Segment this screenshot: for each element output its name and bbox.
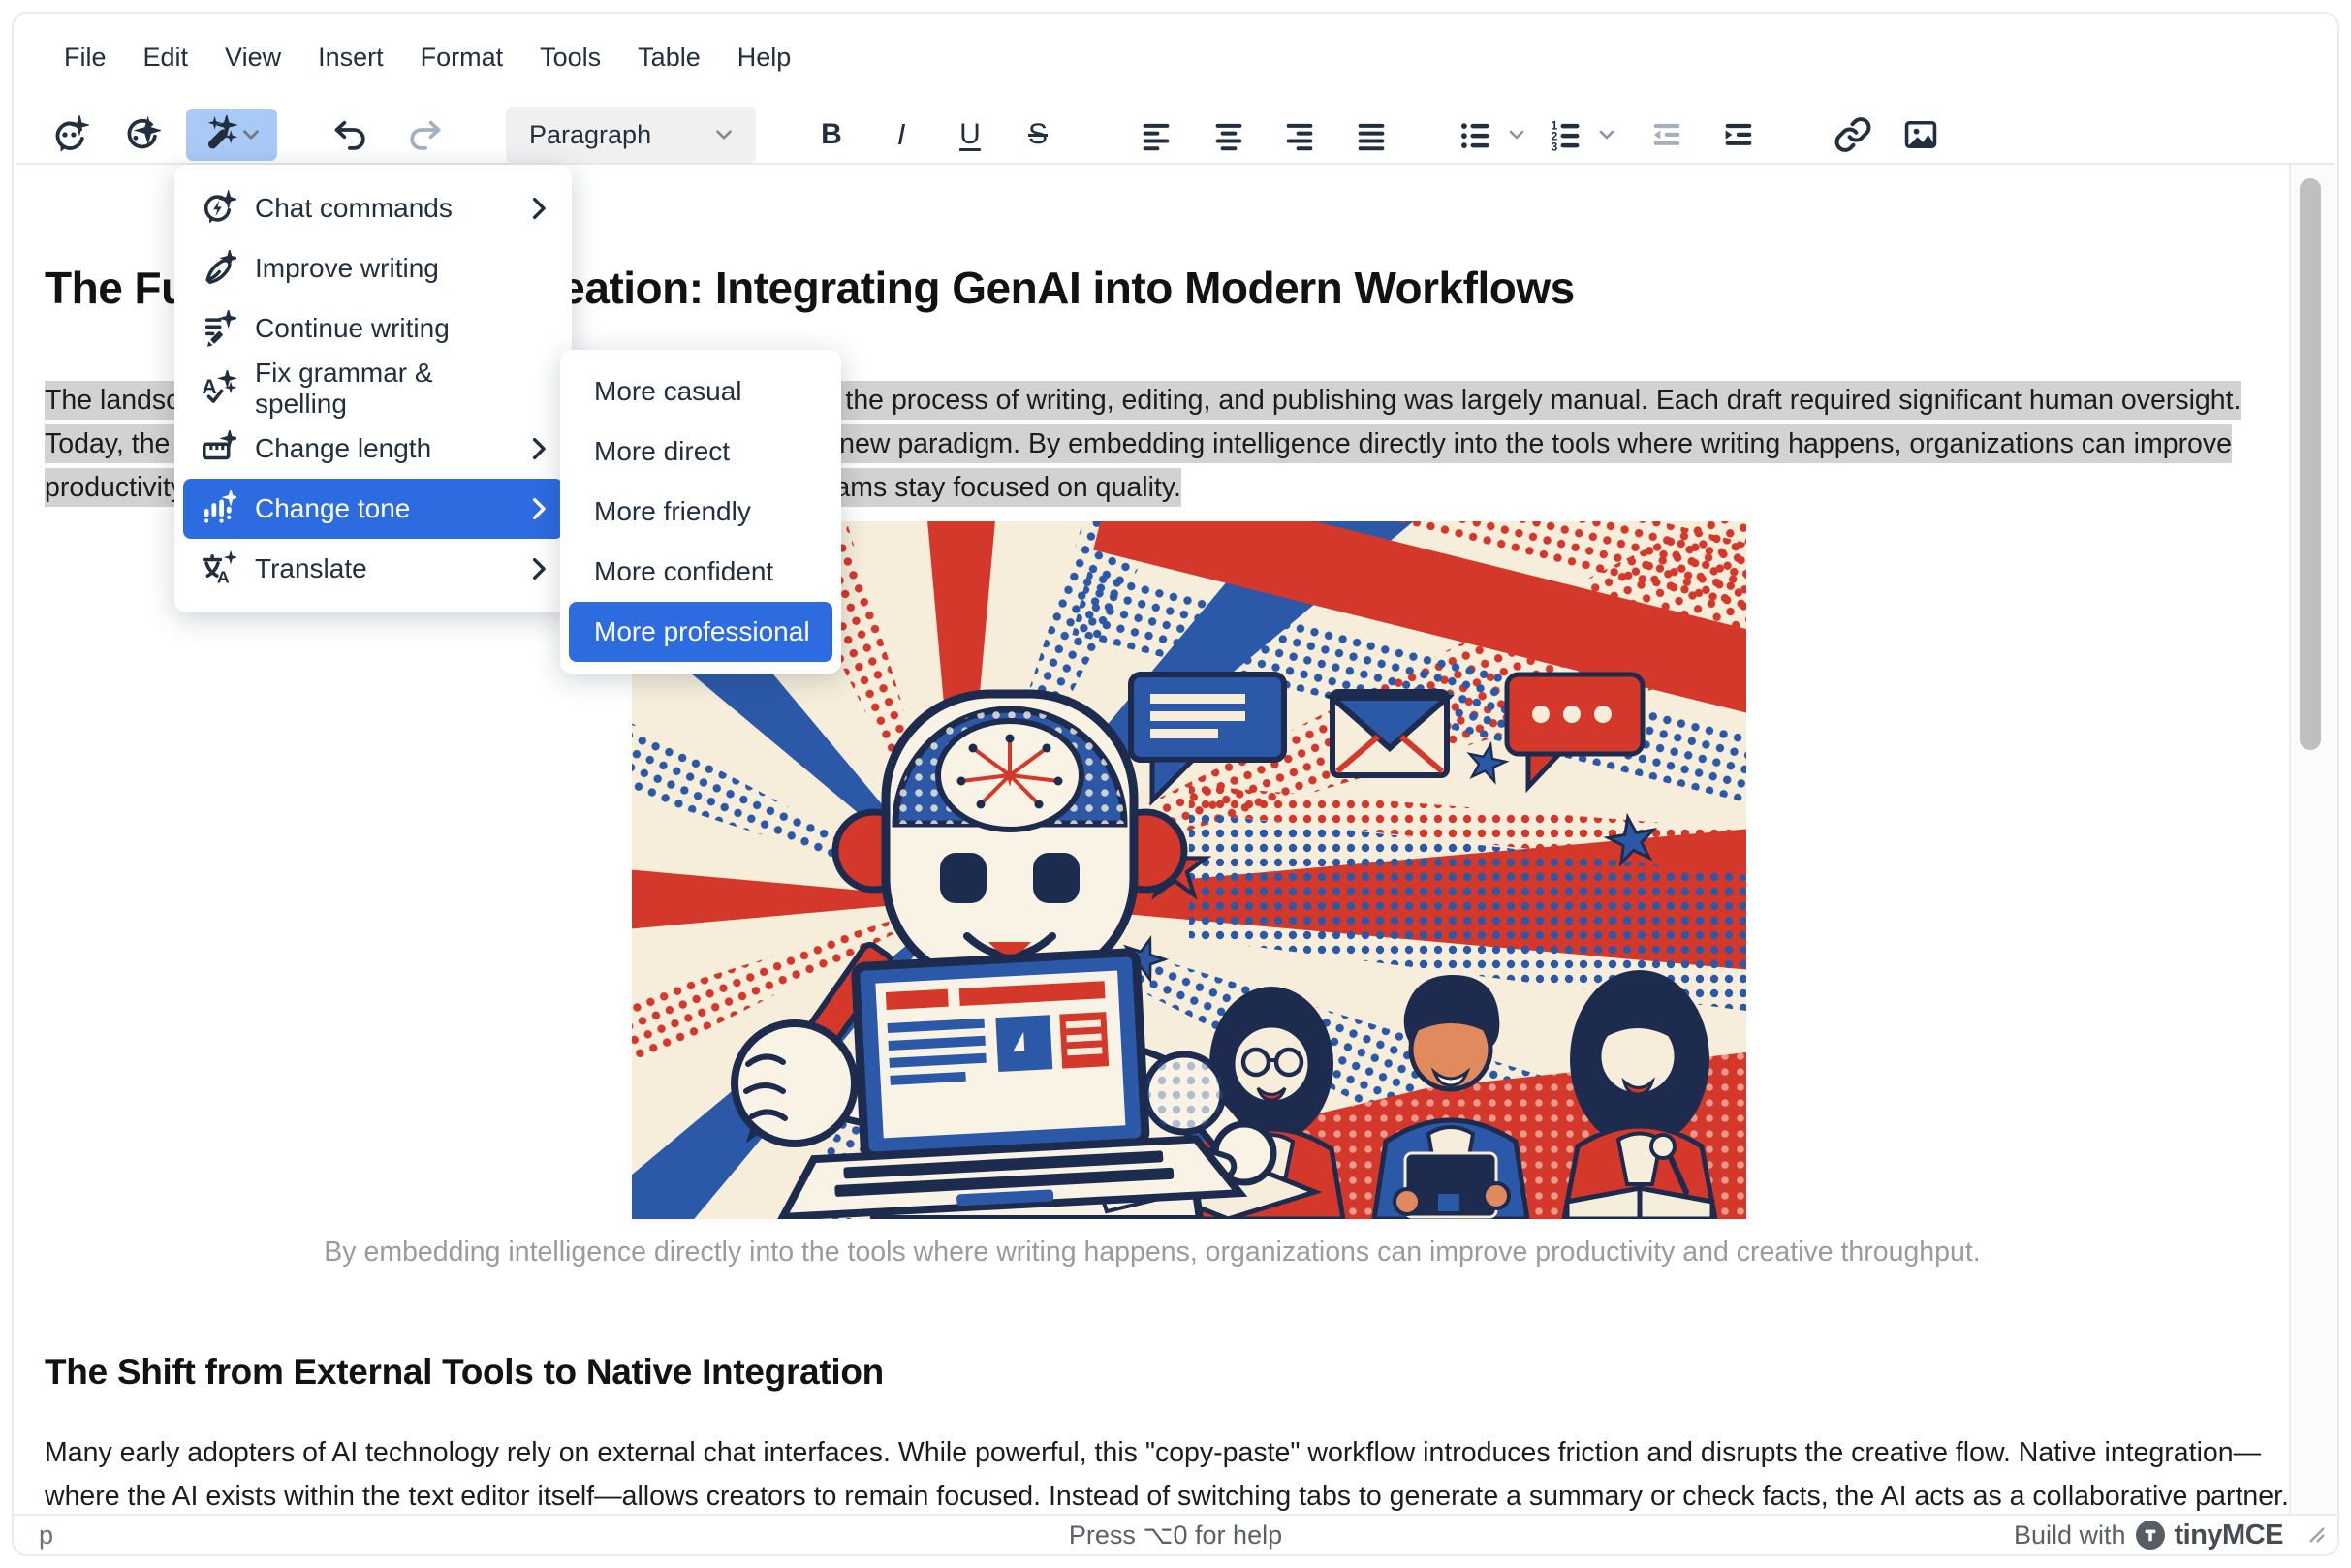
bullet-list-chevron[interactable] — [1497, 109, 1536, 161]
outdent-button[interactable] — [1640, 109, 1694, 161]
change-tone-submenu: More casual More direct More friendly Mo… — [560, 350, 841, 674]
ai-chat-icon — [50, 115, 89, 154]
numbered-list-icon: 1 2 3 — [1546, 115, 1584, 154]
tinymce-logo-icon — [2136, 1521, 2165, 1550]
menu-item-change-length[interactable]: Change length — [183, 419, 563, 479]
ai-shortcuts-menu: Chat commands Improve writing Continue w… — [174, 165, 572, 612]
section-heading[interactable]: The Shift from External Tools to Native … — [45, 1352, 884, 1393]
toolbar: Paragraph B I U S — [14, 95, 2337, 174]
menu-item-fix-grammar[interactable]: A Fix grammar & spelling — [183, 359, 563, 419]
change-length-icon — [197, 430, 239, 467]
submenu-item-more-direct[interactable]: More direct — [569, 422, 832, 482]
block-format-value: Paragraph — [529, 120, 651, 150]
indent-icon — [1719, 115, 1758, 154]
align-left-button[interactable] — [1129, 109, 1183, 161]
svg-text:A: A — [217, 567, 230, 586]
ai-review-icon — [122, 115, 161, 154]
numbered-list-chevron[interactable] — [1587, 109, 1626, 161]
svg-text:3: 3 — [1552, 141, 1558, 154]
chevron-down-icon — [1505, 123, 1528, 146]
menu-format[interactable]: Format — [409, 37, 516, 78]
menubar: File Edit View Insert Format Tools Table… — [52, 35, 802, 79]
submenu-item-more-casual[interactable]: More casual — [569, 361, 832, 422]
scrollbar-thumb[interactable] — [2300, 178, 2321, 750]
chevron-down-icon — [1595, 123, 1618, 146]
submenu-chevron-icon — [520, 497, 559, 520]
align-left-icon — [1137, 115, 1176, 154]
menu-item-translate[interactable]: A Translate — [183, 539, 563, 599]
menu-tools[interactable]: Tools — [528, 37, 612, 78]
branding[interactable]: Build with tinyMCE — [2014, 1520, 2283, 1552]
menu-edit[interactable]: Edit — [132, 37, 201, 78]
insert-image-button[interactable] — [1894, 109, 1948, 161]
magic-wand-icon — [200, 115, 238, 154]
submenu-item-more-professional[interactable]: More professional — [569, 602, 832, 662]
statusbar: p Press ⌥0 for help Build with tinyMCE — [14, 1514, 2337, 1554]
continue-writing-icon — [197, 310, 239, 347]
redo-button[interactable] — [397, 109, 452, 161]
undo-button[interactable] — [324, 109, 378, 161]
menu-item-improve-writing[interactable]: Improve writing — [183, 238, 563, 298]
align-right-icon — [1280, 115, 1319, 154]
strikethrough-icon: S — [1028, 118, 1048, 151]
strikethrough-button[interactable]: S — [1011, 109, 1065, 161]
menu-view[interactable]: View — [213, 37, 293, 78]
bold-icon: B — [821, 118, 842, 151]
outdent-icon — [1647, 115, 1686, 154]
menu-help[interactable]: Help — [726, 37, 803, 78]
submenu-item-more-confident[interactable]: More confident — [569, 542, 832, 602]
ai-chat-button[interactable] — [43, 109, 97, 161]
branding-prefix: Build with — [2014, 1521, 2126, 1551]
menu-insert[interactable]: Insert — [306, 37, 395, 78]
menu-table[interactable]: Table — [626, 37, 712, 78]
fix-grammar-icon: A — [197, 370, 239, 407]
link-button[interactable] — [1826, 109, 1880, 161]
editor-frame: File Edit View Insert Format Tools Table… — [12, 12, 2339, 1556]
chat-commands-icon — [197, 190, 239, 227]
svg-text:A: A — [202, 375, 216, 398]
align-justify-icon — [1352, 115, 1391, 154]
branding-name: tinyMCE — [2175, 1520, 2284, 1552]
ai-review-button[interactable] — [114, 109, 169, 161]
underline-icon: U — [959, 118, 981, 151]
align-justify-button[interactable] — [1344, 109, 1398, 161]
bullet-list-button[interactable] — [1451, 109, 1499, 161]
ai-shortcuts-split-button[interactable] — [186, 109, 277, 161]
align-right-button[interactable] — [1272, 109, 1327, 161]
person-woman-writing — [1564, 970, 1715, 1219]
bold-button[interactable]: B — [804, 109, 859, 161]
submenu-chevron-icon — [520, 197, 559, 220]
envelope-icon — [1332, 692, 1447, 775]
menu-item-change-tone[interactable]: Change tone — [183, 479, 563, 539]
image-icon — [1901, 115, 1940, 154]
change-tone-icon — [197, 490, 239, 527]
underline-button[interactable]: U — [943, 109, 997, 161]
menu-file[interactable]: File — [52, 37, 118, 78]
translate-icon: A — [197, 550, 239, 587]
link-icon — [1834, 115, 1872, 154]
align-center-button[interactable] — [1202, 109, 1256, 161]
chevron-down-icon — [711, 122, 737, 147]
resize-handle[interactable] — [2303, 1521, 2326, 1549]
undo-icon — [331, 115, 370, 154]
menu-item-continue-writing[interactable]: Continue writing — [183, 298, 563, 359]
image-caption[interactable]: By embedding intelligence directly into … — [16, 1237, 2289, 1269]
align-center-icon — [1209, 115, 1248, 154]
submenu-chevron-icon — [520, 557, 559, 580]
italic-icon: I — [897, 117, 906, 152]
numbered-list-button[interactable]: 1 2 3 — [1541, 109, 1589, 161]
help-shortcut-text: Press ⌥0 for help — [14, 1521, 2337, 1551]
bullet-list-icon — [1456, 115, 1494, 154]
redo-icon — [405, 115, 444, 154]
block-format-select[interactable]: Paragraph — [506, 107, 756, 163]
submenu-chevron-icon — [520, 437, 559, 460]
indent-button[interactable] — [1711, 109, 1766, 161]
menu-item-chat-commands[interactable]: Chat commands — [183, 178, 563, 238]
submenu-item-more-friendly[interactable]: More friendly — [569, 482, 832, 542]
chevron-down-icon — [238, 122, 264, 147]
italic-button[interactable]: I — [874, 109, 928, 161]
improve-writing-icon — [197, 250, 239, 287]
scrollbar-track[interactable] — [2289, 165, 2335, 1516]
